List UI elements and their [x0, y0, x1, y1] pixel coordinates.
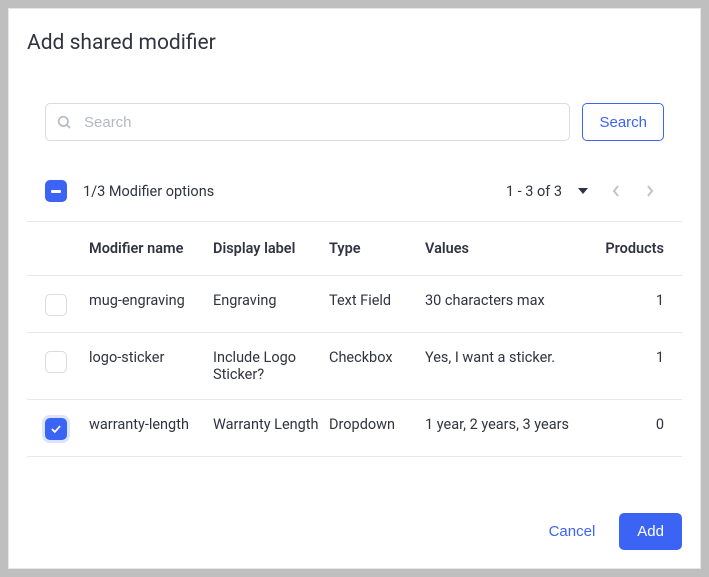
pager-text: 1 - 3 of 3 — [506, 183, 562, 200]
cell-name: logo-sticker — [89, 349, 213, 366]
cell-values: Yes, I want a sticker. — [425, 349, 584, 366]
table-header: Modifier name Display label Type Values … — [27, 222, 682, 275]
row-checkbox[interactable] — [45, 351, 67, 373]
search-icon — [56, 114, 72, 130]
col-header-label: Display label — [213, 240, 329, 257]
table-toolbar: 1/3 Modifier options 1 - 3 of 3 — [27, 167, 682, 221]
modal-title: Add shared modifier — [27, 31, 682, 55]
cell-label: Warranty Length — [213, 416, 329, 433]
cancel-button[interactable]: Cancel — [549, 523, 596, 540]
cell-name: warranty-length — [89, 416, 213, 433]
select-all-checkbox[interactable] — [45, 180, 67, 202]
cell-label: Engraving — [213, 292, 329, 309]
cell-label: Include Logo Sticker? — [213, 349, 329, 383]
col-header-name: Modifier name — [89, 240, 213, 257]
cell-name: mug-engraving — [89, 292, 213, 309]
search-row: Search — [27, 103, 682, 141]
pager-next-button[interactable] — [636, 177, 664, 205]
add-shared-modifier-modal: Add shared modifier Search 1/3 Modifier … — [8, 8, 701, 569]
table-row: logo-stickerInclude Logo Sticker?Checkbo… — [27, 332, 682, 399]
cell-values: 30 characters max — [425, 292, 584, 309]
table-row: mug-engravingEngravingText Field30 chara… — [27, 275, 682, 332]
search-button[interactable]: Search — [582, 103, 664, 141]
cell-products: 1 — [584, 292, 664, 309]
col-header-values: Values — [425, 240, 584, 257]
table-row: warranty-lengthWarranty LengthDropdown1 … — [27, 399, 682, 456]
cell-products: 1 — [584, 349, 664, 366]
divider — [27, 456, 682, 457]
pager: 1 - 3 of 3 — [506, 177, 664, 205]
cell-type: Checkbox — [329, 349, 425, 366]
col-header-type: Type — [329, 240, 425, 257]
search-box — [45, 103, 570, 141]
row-checkbox[interactable] — [45, 294, 67, 316]
col-header-products: Products — [584, 240, 664, 257]
cell-values: 1 year, 2 years, 3 years — [425, 416, 584, 433]
cell-type: Text Field — [329, 292, 425, 309]
row-checkbox[interactable] — [45, 418, 67, 440]
pager-prev-button[interactable] — [602, 177, 630, 205]
pager-dropdown-icon[interactable] — [578, 188, 588, 194]
table-body: mug-engravingEngravingText Field30 chara… — [27, 275, 682, 456]
selection-count: 1/3 Modifier options — [83, 183, 214, 200]
add-button[interactable]: Add — [619, 513, 682, 550]
cell-type: Dropdown — [329, 416, 425, 433]
modal-footer: Cancel Add — [27, 493, 682, 550]
search-input[interactable] — [45, 103, 570, 141]
cell-products: 0 — [584, 416, 664, 433]
